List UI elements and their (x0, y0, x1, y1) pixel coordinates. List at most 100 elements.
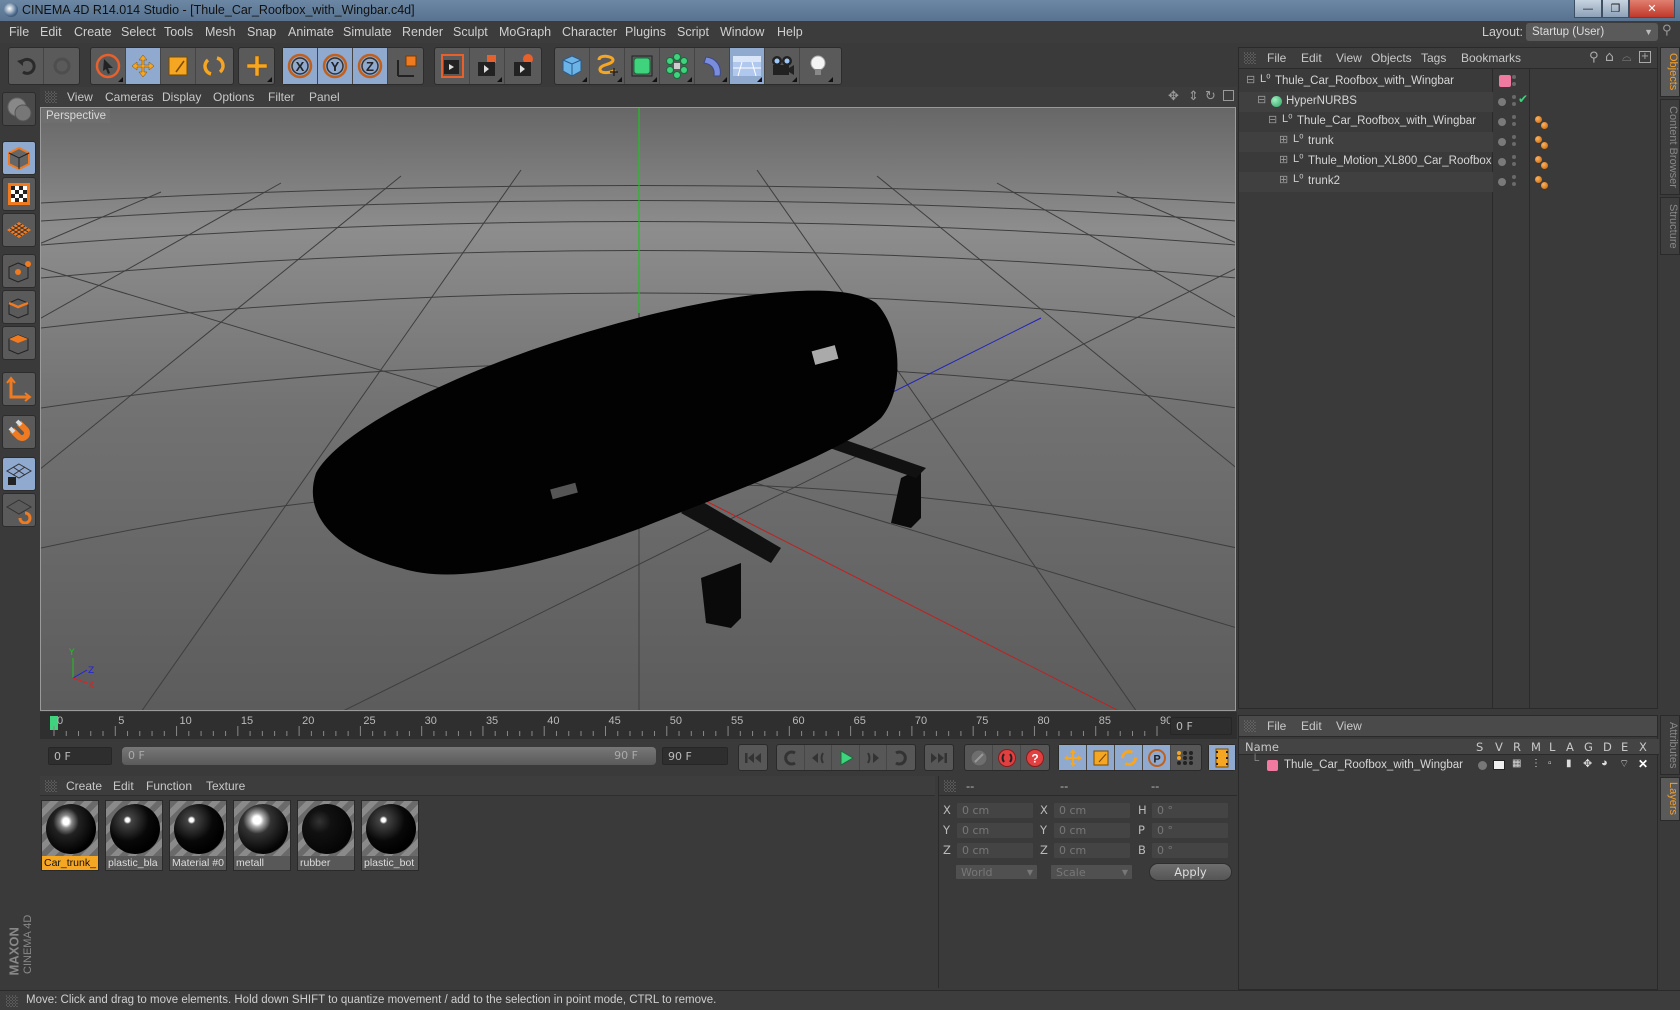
current-frame-field[interactable]: 0 F (1170, 717, 1232, 735)
menu-script[interactable]: Script (677, 25, 709, 39)
go-to-start-icon[interactable] (739, 745, 767, 770)
keyframe-help-icon[interactable]: ? (1021, 745, 1049, 770)
column-manager[interactable]: M (1531, 740, 1541, 754)
play-icon[interactable] (832, 745, 860, 770)
viewport-menu-filter[interactable]: Filter (268, 90, 295, 104)
orbit-icon[interactable]: ↻ (1205, 89, 1216, 104)
menu-simulate[interactable]: Simulate (343, 25, 392, 39)
tab-structure[interactable]: Structure (1660, 197, 1680, 255)
grip-icon[interactable] (1244, 720, 1256, 732)
editor-visibility-dot[interactable] (1512, 115, 1516, 119)
home-icon[interactable]: ⌂ (1605, 49, 1614, 65)
render-visibility-dot[interactable] (1512, 142, 1516, 146)
material-tag-icon[interactable] (1541, 182, 1548, 189)
minimize-button[interactable]: — (1574, 0, 1602, 18)
layer-row[interactable]: └ Thule_Car_Roofbox_with_Wingbar ▦ ⋮ ▫ ▮… (1239, 755, 1659, 775)
menu-create[interactable]: Create (74, 25, 112, 39)
z-axis-lock-icon[interactable]: Z (353, 48, 388, 84)
edges-mode-icon[interactable] (2, 290, 36, 324)
object-row[interactable]: ⊟ L⁰ Thule_Car_Roofbox_with_Wingbar (1239, 72, 1493, 92)
object-row[interactable]: ⊞ L⁰ Thule_Motion_XL800_Car_Roofbox (1239, 152, 1493, 172)
editor-visibility-dot[interactable] (1512, 155, 1516, 159)
x-axis-lock-icon[interactable]: X (283, 48, 318, 84)
model-mode-icon[interactable] (2, 141, 36, 175)
material-tag-icon[interactable] (1535, 176, 1542, 183)
column-animation[interactable]: A (1566, 740, 1574, 754)
rot-b-field[interactable]: 0 ° (1151, 842, 1229, 859)
layer-menu-edit[interactable]: Edit (1301, 719, 1322, 733)
size-z-field[interactable]: 0 cm (1053, 842, 1131, 859)
frame-range-slider[interactable]: 0 F 90 F (122, 747, 656, 765)
viewport-perspective[interactable]: Y Z X Perspective (40, 107, 1236, 711)
render-settings-icon[interactable] (505, 48, 540, 84)
object-row[interactable]: ⊟ HyperNURBS (1239, 92, 1493, 112)
restore-button[interactable]: ❐ (1602, 0, 1629, 18)
key-rotation-icon[interactable] (1115, 745, 1143, 770)
layer-color-swatch[interactable] (1499, 75, 1511, 87)
column-name[interactable]: Name (1245, 740, 1279, 754)
pos-y-field[interactable]: 0 cm (956, 822, 1034, 839)
menu-animate[interactable]: Animate (288, 25, 334, 39)
viewport-menu-view[interactable]: View (67, 90, 93, 104)
layer-dot[interactable] (1498, 138, 1506, 146)
editor-visibility-dot[interactable] (1512, 75, 1516, 79)
folder-up-icon[interactable]: ⌓ (1622, 50, 1632, 65)
menu-mesh[interactable]: Mesh (205, 25, 236, 39)
menu-window[interactable]: Window (720, 25, 764, 39)
material-swatch[interactable]: plastic_bot (361, 800, 419, 871)
menu-file[interactable]: File (9, 25, 29, 39)
expression-icon[interactable]: ⌔ (1619, 757, 1629, 771)
timeline-window-icon[interactable] (1209, 745, 1235, 770)
workplane-sync-icon[interactable] (2, 493, 36, 527)
pos-x-field[interactable]: 0 cm (956, 802, 1034, 819)
expand-icon[interactable]: ⊞ (1279, 153, 1288, 166)
redo-icon[interactable] (44, 48, 79, 84)
grip-icon[interactable] (45, 91, 57, 103)
render-clapper-icon[interactable]: ▦ (1512, 758, 1521, 769)
column-render[interactable]: R (1513, 740, 1521, 754)
start-frame-field[interactable]: 0 F (48, 747, 112, 765)
lock-icon[interactable]: ▫ (1548, 758, 1552, 769)
snap-magnet-icon[interactable] (2, 415, 36, 449)
material-tag-icon[interactable] (1535, 156, 1542, 163)
grip-icon[interactable] (1244, 52, 1256, 64)
last-tool-icon[interactable] (239, 48, 274, 84)
make-editable-icon[interactable] (2, 92, 36, 126)
menu-edit[interactable]: Edit (40, 25, 62, 39)
end-frame-field[interactable]: 90 F (662, 747, 728, 765)
material-menu-create[interactable]: Create (66, 779, 102, 793)
material-tag-icon[interactable] (1541, 142, 1548, 149)
camera-icon[interactable] (765, 48, 800, 84)
points-mode-icon[interactable] (2, 254, 36, 288)
tab-content-browser[interactable]: Content Browser (1660, 99, 1680, 195)
viewport-menu-options[interactable]: Options (213, 90, 254, 104)
layer-color-swatch[interactable] (1267, 760, 1278, 771)
render-visibility-dot[interactable] (1512, 182, 1516, 186)
expand-icon[interactable]: ⊞ (1279, 133, 1288, 146)
menu-sculpt[interactable]: Sculpt (453, 25, 488, 39)
layer-dot[interactable] (1498, 118, 1506, 126)
xref-icon[interactable]: ✕ (1638, 757, 1648, 771)
editor-visibility-dot[interactable] (1512, 135, 1516, 139)
deformer-bend-icon[interactable] (695, 48, 730, 84)
object-row[interactable]: ⊞ L⁰ trunk (1239, 132, 1493, 152)
column-expressions[interactable]: E (1621, 740, 1628, 754)
search-icon[interactable]: ⚲ (1662, 23, 1672, 38)
menu-plugins[interactable]: Plugins (625, 25, 666, 39)
spline-pen-icon[interactable] (590, 48, 625, 84)
solo-toggle[interactable] (1478, 761, 1487, 770)
next-frame-icon[interactable] (860, 745, 888, 770)
object-menu-edit[interactable]: Edit (1301, 51, 1322, 65)
search-icon[interactable]: ⚲ (1589, 50, 1599, 65)
material-swatch[interactable]: rubber (297, 800, 355, 871)
floor-icon[interactable] (730, 48, 765, 84)
material-tag-icon[interactable] (1541, 162, 1548, 169)
undo-icon[interactable] (9, 48, 44, 84)
key-scale-icon[interactable] (1087, 745, 1115, 770)
timeline-ruler[interactable]: 0 5 10 15 20 25 30 35 40 45 50 55 60 65 70 75 80 85 90 0 F (40, 712, 1237, 739)
coordinate-system-icon[interactable] (388, 48, 423, 84)
column-generators[interactable]: G (1584, 740, 1593, 754)
render-visibility-dot[interactable] (1512, 102, 1516, 106)
column-solo[interactable]: S (1476, 740, 1483, 754)
previous-frame-icon[interactable] (805, 745, 833, 770)
